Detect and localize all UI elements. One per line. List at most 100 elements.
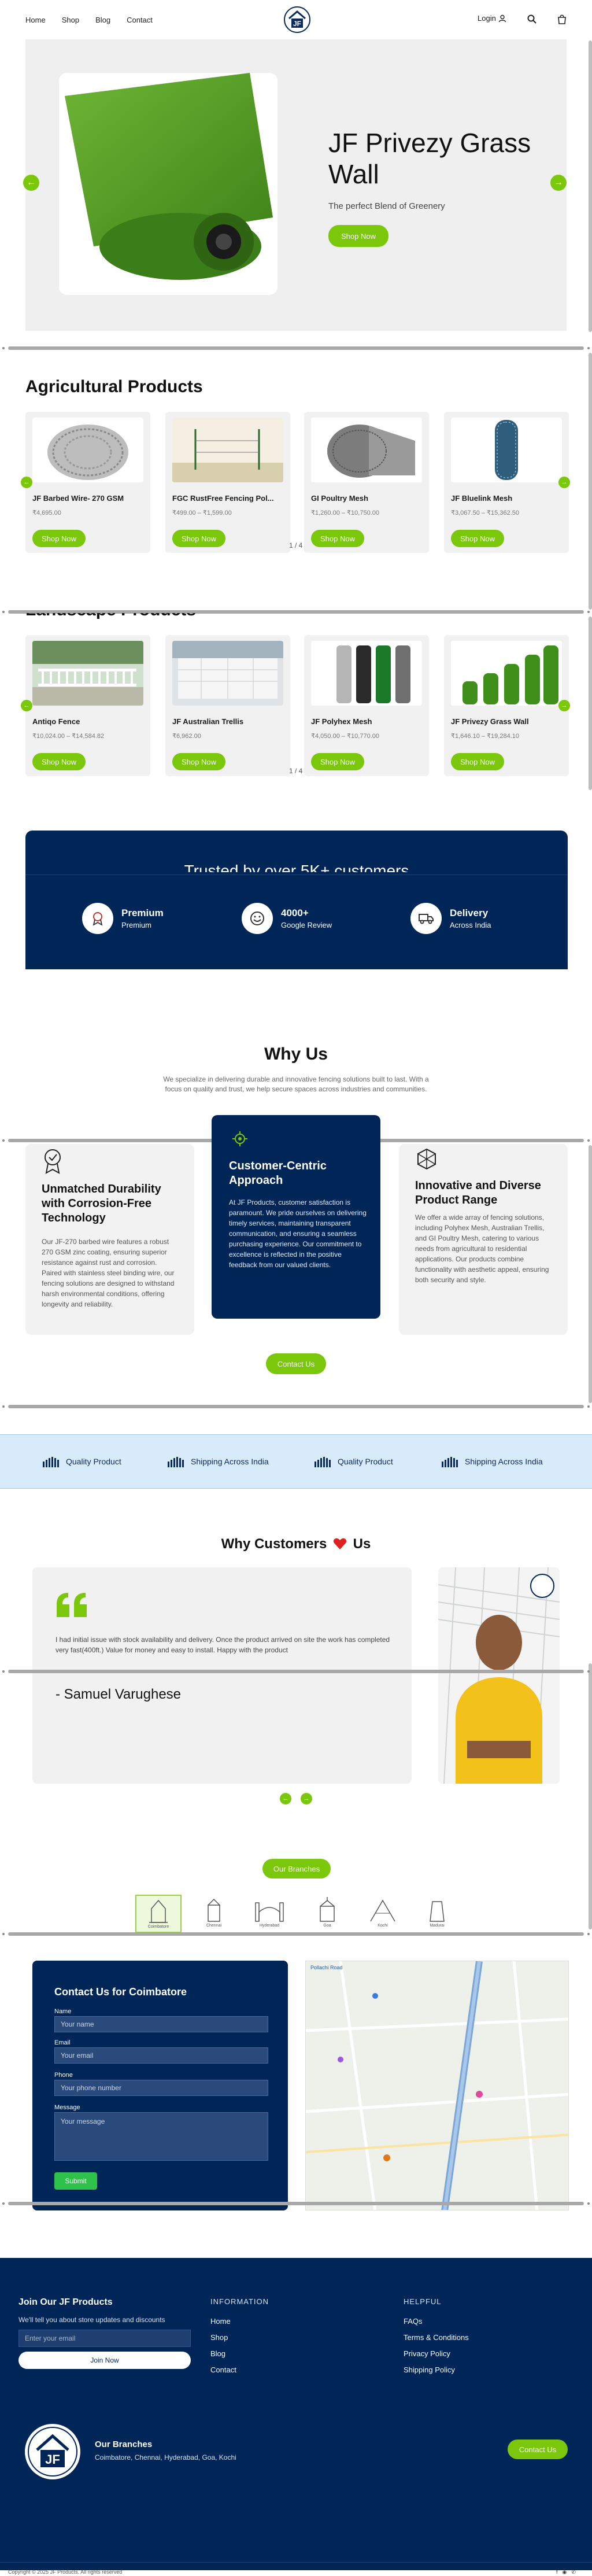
product-card[interactable]: JF Privezy Grass Wall ₹1,646.10 – ₹19,28… [444,635,569,776]
product-card[interactable]: JF Bluelink Mesh ₹3,067.50 – ₹15,362.50 … [444,412,569,553]
branch-coimbatore[interactable]: Coimbatore [135,1895,182,1933]
footer-link-home[interactable]: Home [210,2317,231,2326]
branch-label: Madurai [430,1924,445,1928]
testimonials-title-end: Us [353,1536,371,1552]
shop-now-button[interactable]: Shop Now [311,753,364,770]
footer-logo-icon: JF [25,2424,80,2479]
footer-link-contact[interactable]: Contact [210,2365,236,2374]
nav-contact[interactable]: Contact [127,16,153,24]
hero-next-arrow[interactable]: → [550,175,567,191]
shop-now-button[interactable]: Shop Now [451,530,504,547]
facebook-icon[interactable]: f [556,2569,558,2575]
why-contact-button[interactable]: Contact Us [266,1353,326,1374]
login-link[interactable]: Login [478,14,506,23]
trust-band: Trusted by over 5K+ customers Premium Pr… [25,831,568,969]
product-name[interactable]: JF Polyhex Mesh [311,717,422,726]
whatsapp-icon[interactable]: ✆ [571,2569,576,2575]
product-image [311,641,422,706]
hero-prev-arrow[interactable]: ← [23,175,39,191]
logo[interactable]: JF [283,5,311,35]
page-scrollbar-2[interactable] [589,353,592,610]
page-scrollbar-1[interactable] [589,40,592,332]
branch-hyderabad[interactable]: Hyderabad [246,1895,293,1933]
branch-madurai[interactable]: Madurai [414,1895,460,1933]
phone-field[interactable]: Your phone number [54,2080,268,2096]
landscape-next-arrow[interactable]: → [558,700,570,711]
shop-now-button[interactable]: Shop Now [172,530,225,547]
product-card[interactable]: JF Australian Trellis ₹6,962.00 Shop Now [165,635,290,776]
product-name[interactable]: Antiqo Fence [32,717,143,726]
hscrollbar-1[interactable] [0,346,592,350]
product-name[interactable]: GI Poultry Mesh [311,494,422,503]
nav-blog[interactable]: Blog [95,16,110,24]
testimonial-next-arrow[interactable]: → [301,1793,312,1804]
footer-contact-button[interactable]: Contact Us [508,2440,568,2459]
award-icon [82,903,113,934]
email-field[interactable]: Your email [54,2047,268,2064]
hscrollbar-7[interactable] [0,2201,592,2206]
agri-next-arrow[interactable]: → [558,477,570,488]
testimonial-prev-arrow[interactable]: ← [280,1793,291,1804]
product-card[interactable]: JF Polyhex Mesh ₹4,050.00 – ₹10,770.00 S… [304,635,429,776]
product-card[interactable]: JF Barbed Wire- 270 GSM ₹4,695.00 Shop N… [25,412,150,553]
shop-now-button[interactable]: Shop Now [451,753,504,770]
site-footer: Join Our JF Products We'll tell you abou… [0,2258,592,2570]
footer-link-shipping[interactable]: Shipping Policy [404,2365,455,2374]
trust-item-sub: Google Review [281,921,332,929]
hero-shop-button[interactable]: Shop Now [328,225,388,247]
phone-label: Phone [54,2072,73,2079]
shop-now-button[interactable]: Shop Now [172,753,225,770]
product-card[interactable]: Antiqo Fence ₹10,024.00 – ₹14,584.82 Sho… [25,635,150,776]
footer-link-privacy[interactable]: Privacy Policy [404,2349,450,2358]
hscrollbar-4[interactable] [0,1404,592,1409]
footer-link-terms[interactable]: Terms & Conditions [404,2333,469,2342]
product-card[interactable]: FGC RustFree Fencing Pol... ₹499.00 – ₹1… [165,412,290,553]
cart-icon[interactable] [557,14,567,24]
shop-now-button[interactable]: Shop Now [32,530,86,547]
message-field[interactable]: Your message [54,2112,268,2161]
name-field[interactable]: Your name [54,2016,268,2032]
footer-link-faqs[interactable]: FAQs [404,2317,423,2326]
nav-shop[interactable]: Shop [62,16,79,24]
product-name[interactable]: JF Bluelink Mesh [451,494,562,503]
product-name[interactable]: JF Australian Trellis [172,717,283,726]
copyright: Copyright © 2025 JF Products. All rights… [0,2569,592,2576]
trust-item-title: Delivery [450,907,489,918]
shop-now-button[interactable]: Shop Now [311,530,364,547]
hscrollbar-5[interactable] [0,1669,592,1674]
info-title: INFORMATION [210,2297,269,2306]
landscape-prev-arrow[interactable]: ← [21,700,32,711]
hscrollbar-6[interactable] [0,1932,592,1936]
our-branches-button[interactable]: Our Branches [262,1859,331,1879]
map-panel[interactable]: Pollachi Road [305,1961,569,2210]
search-icon[interactable] [527,14,536,24]
footer-link-blog[interactable]: Blog [210,2349,225,2358]
page-scrollbar-3[interactable] [589,617,592,790]
product-card[interactable]: GI Poultry Mesh ₹1,260.00 – ₹10,750.00 S… [304,412,429,553]
shop-now-button[interactable]: Shop Now [32,753,86,770]
trust-item-sub: Across India [450,921,491,929]
page-scrollbar-4[interactable] [589,1145,592,1403]
poultry-mesh-image [311,418,422,482]
trust-item-reviews: 4000+ Google Review [242,903,332,934]
instagram-icon[interactable]: ◉ [563,2569,567,2575]
footer-link-shop[interactable]: Shop [210,2333,228,2342]
join-title: Join Our JF Products [18,2297,113,2307]
newsletter-email-input[interactable]: Enter your email [18,2330,191,2347]
feature-item: Shipping Across India [168,1456,269,1467]
agri-prev-arrow[interactable]: ← [21,477,32,488]
branch-chennai[interactable]: Chennai [191,1895,237,1933]
nav-home[interactable]: Home [25,16,46,24]
branch-kochi[interactable]: Kochi [360,1895,406,1933]
product-name[interactable]: JF Barbed Wire- 270 GSM [32,494,143,503]
trust-item-premium: Premium Premium [82,903,164,934]
join-now-button[interactable]: Join Now [18,2352,191,2369]
bars-icon [43,1457,59,1467]
product-name[interactable]: JF Privezy Grass Wall [451,717,562,726]
smile-icon [242,903,273,934]
product-image [32,641,143,706]
product-name[interactable]: FGC RustFree Fencing Pol... [172,494,283,503]
branch-goa[interactable]: Goa [304,1895,350,1933]
submit-button[interactable]: Submit [54,2172,97,2190]
page-scrollbar-5[interactable] [589,1663,592,1929]
